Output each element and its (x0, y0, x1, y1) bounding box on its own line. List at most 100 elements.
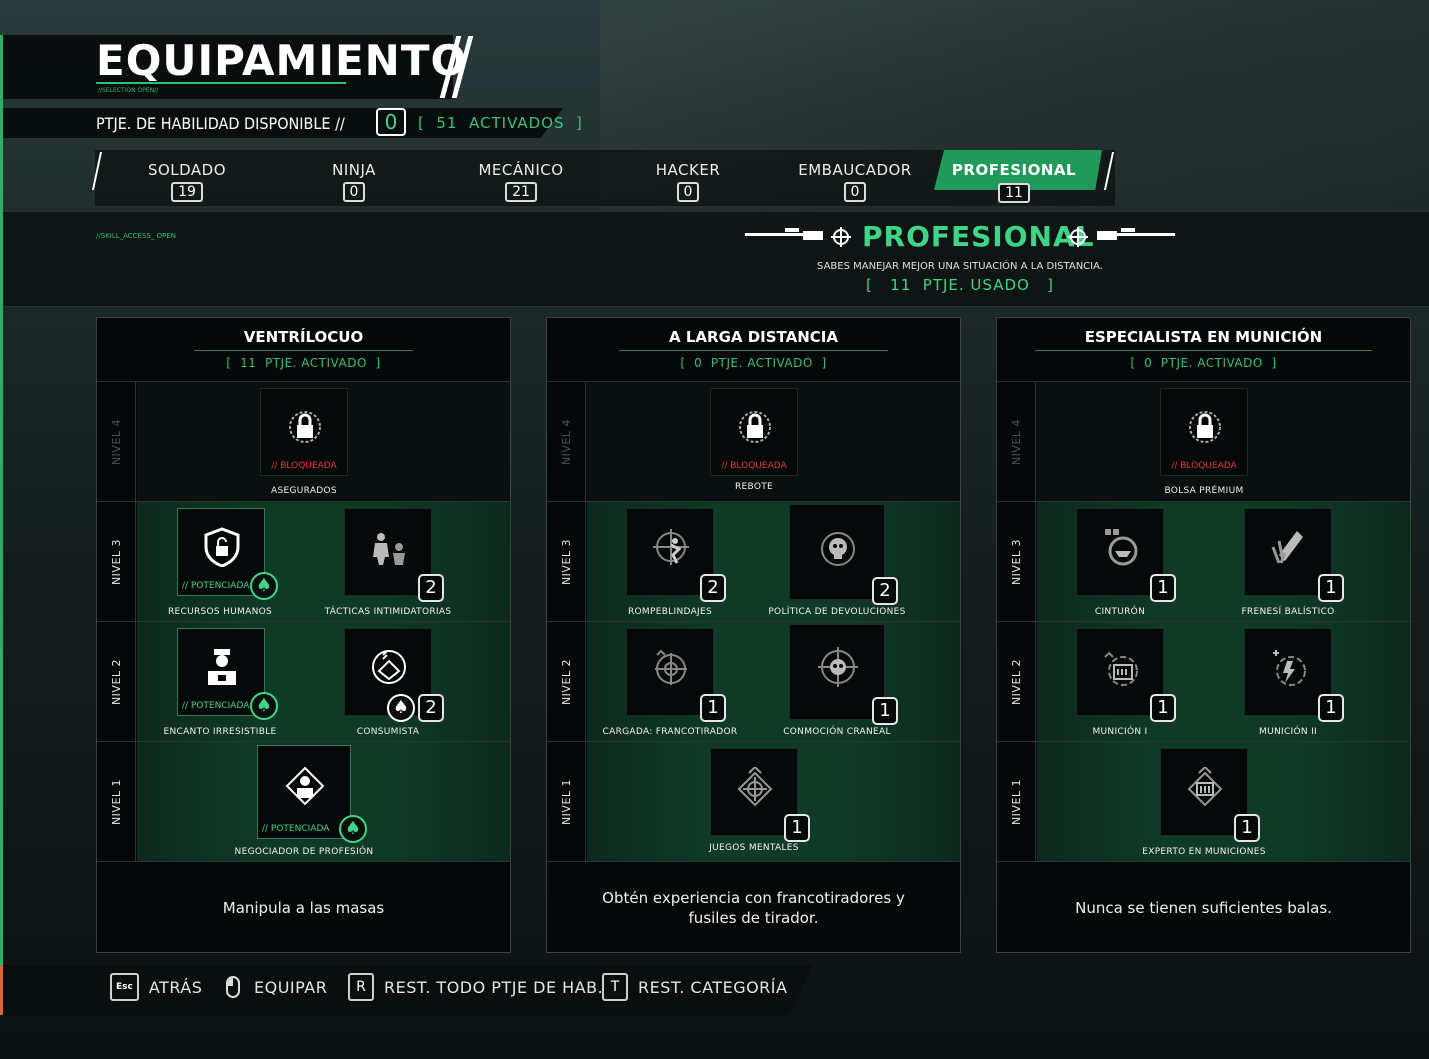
level-label-col: NIVEL 1 (547, 742, 586, 861)
title-underline (96, 82, 346, 84)
t-key-icon: T (602, 973, 628, 1001)
skill-name: ROMPEBLINDAJES (628, 607, 712, 617)
skill-name: REBOTE (734, 482, 774, 492)
skill-rank: 1 (1234, 814, 1260, 842)
crosshair-runner-icon (653, 529, 689, 565)
activated-count: [ 51 ACTIVADOS ] (418, 114, 583, 132)
negotiator-icon (285, 766, 325, 806)
panel-activated: [ 0 PTJE. ACTIVADO ] (680, 356, 827, 370)
tab-soldado[interactable]: SOLDADO 19 (107, 150, 267, 206)
points-label: PTJE. DE HABILIDAD DISPONIBLE // (96, 114, 345, 133)
level-label: NIVEL 3 (560, 538, 573, 586)
skill-name: ASEGURADOS (271, 486, 337, 496)
skill-rank: 2 (700, 574, 726, 602)
tab-label: SOLDADO (147, 161, 227, 179)
level-label-col: NIVEL 1 (997, 742, 1036, 861)
level-row-1: NIVEL 1 // POTENCIADA ♠ NEGOCIADOR DE PR… (97, 742, 510, 862)
skill-name: ENCANTO IRRESISTIBLE (163, 727, 277, 737)
tab-label: PROFESIONAL (951, 161, 1077, 179)
shield-lock-icon (204, 527, 240, 567)
skill-rebote[interactable]: // BLOQUEADA (710, 388, 798, 476)
level-row-1: NIVEL 1 1 JUEGOS MENTALES (547, 742, 960, 862)
reload-crosshair-icon (655, 649, 687, 685)
diamond-crosshair-icon (737, 767, 773, 807)
mouse-icon (226, 976, 240, 998)
intimidate-icon (373, 533, 405, 565)
skill-name: CONSUMISTA (356, 727, 420, 737)
tab-ninja[interactable]: NINJA 0 (274, 150, 434, 206)
skill-rank: 1 (784, 814, 810, 842)
tab-label: HACKER (655, 161, 721, 179)
panel-header: ESPECIALISTA EN MUNICIÓN [ 0 PTJE. ACTIV… (997, 318, 1410, 382)
tab-count: 21 (505, 182, 537, 202)
crosshair-left-icon (831, 227, 851, 247)
skill-rank: 1 (1318, 574, 1344, 602)
ammo-bolt-icon (1273, 650, 1306, 686)
skill-asegurados[interactable]: // BLOQUEADA (260, 388, 348, 476)
ammo-box-icon (1104, 651, 1138, 686)
sniper-rifle-left-icon (745, 228, 823, 240)
skill-conmocion-craneal[interactable] (789, 624, 885, 720)
level-label: NIVEL 2 (110, 658, 123, 706)
esc-key-icon: Esc (110, 973, 139, 1001)
tab-mecanico[interactable]: MECÁNICO 21 (441, 150, 601, 206)
tab-hacker[interactable]: HACKER 0 (608, 150, 768, 206)
level-row-4: NIVEL 4 // BLOQUEADA REBOTE (547, 382, 960, 502)
skill-rank: 1 (1150, 574, 1176, 602)
wallet-icon (372, 650, 406, 684)
level-row-2: NIVEL 2 // POTENCIADA ♠ ENCANTO IRRESIST… (97, 622, 510, 742)
title-subtitle: //SELECTION OPEN// (98, 87, 159, 94)
back-button[interactable]: Esc ATRÁS (110, 972, 202, 1002)
skill-name: CINTURÓN (1094, 607, 1146, 617)
level-label: NIVEL 2 (560, 658, 573, 706)
level-label-col: NIVEL 2 (547, 622, 586, 741)
skill-rank: 1 (1150, 694, 1176, 722)
skill-name: RECURSOS HUMANOS (167, 607, 273, 617)
skull-icon (821, 532, 855, 566)
skill-name: BOLSA PRÉMIUM (1164, 486, 1244, 496)
panel-activated: [ 11 PTJE. ACTIVADO ] (226, 356, 381, 370)
key-label: REST. TODO PTJE DE HAB. (384, 977, 604, 997)
skill-rank: 1 (872, 697, 898, 725)
category-title: PROFESIONAL (862, 220, 1095, 253)
tab-count: 0 (342, 182, 366, 202)
level-label-col: NIVEL 4 (997, 382, 1036, 501)
panel-title: VENTRÍLOCUO (193, 328, 414, 351)
tab-count: 0 (843, 182, 867, 202)
level-label-col: NIVEL 2 (997, 622, 1036, 741)
level-label-col: NIVEL 2 (97, 622, 136, 741)
tab-profesional[interactable]: PROFESIONAL 11 (934, 150, 1102, 206)
skill-negociador-de-profesion[interactable]: // POTENCIADA (257, 745, 351, 839)
skill-rank: 2 (872, 577, 898, 605)
skill-status: // BLOQUEADA (1171, 461, 1237, 471)
skill-name: TÁCTICAS INTIMIDATORIAS (324, 607, 452, 617)
key-label: ATRÁS (148, 977, 203, 997)
tab-count: 19 (171, 182, 203, 202)
skill-politica-de-devoluciones[interactable] (789, 504, 885, 600)
level-row-2: NIVEL 2 1 CARGADA: FRANCOTIRADOR 1 CONMO… (547, 622, 960, 742)
reset-category-button[interactable]: T REST. CATEGORÍA (602, 972, 787, 1002)
category-description: SABES MANEJAR MEJOR UNA SITUACIÓN A LA D… (817, 261, 1103, 272)
bullets-icon (1271, 531, 1303, 564)
panel-description: Obtén experiencia con francotiradores y … (602, 889, 905, 927)
skill-name: JUEGOS MENTALES (709, 843, 799, 853)
page-title: EQUIPAMIENTO (96, 36, 468, 85)
lock-icon (289, 411, 321, 443)
tab-count: 11 (998, 183, 1030, 203)
level-row-3: NIVEL 3 2 ROMPEBLINDAJES 2 POLÍTICA DE D… (547, 502, 960, 622)
level-row-1: NIVEL 1 1 EXPERTO EN MUNICIONES (997, 742, 1410, 862)
skill-rank: 2 (418, 574, 444, 602)
tab-embaucador[interactable]: EMBAUCADOR 0 (775, 150, 935, 206)
level-label-col: NIVEL 4 (547, 382, 586, 501)
skill-status: // BLOQUEADA (721, 461, 787, 471)
spade-icon: ♠ (339, 815, 367, 843)
skill-rank: 1 (700, 694, 726, 722)
spade-icon: ♠ (250, 572, 278, 600)
reset-all-button[interactable]: R REST. TODO PTJE DE HAB. (348, 972, 603, 1002)
tab-label: EMBAUCADOR (798, 161, 912, 179)
skill-bolsa-premium[interactable]: // BLOQUEADA (1160, 388, 1248, 476)
crosshair-right-icon (1068, 227, 1088, 247)
equip-button[interactable]: EQUIPAR (222, 972, 327, 1002)
panel-description: Manipula a las masas (222, 899, 385, 917)
skill-name: NEGOCIADOR DE PROFESIÓN (234, 847, 374, 857)
